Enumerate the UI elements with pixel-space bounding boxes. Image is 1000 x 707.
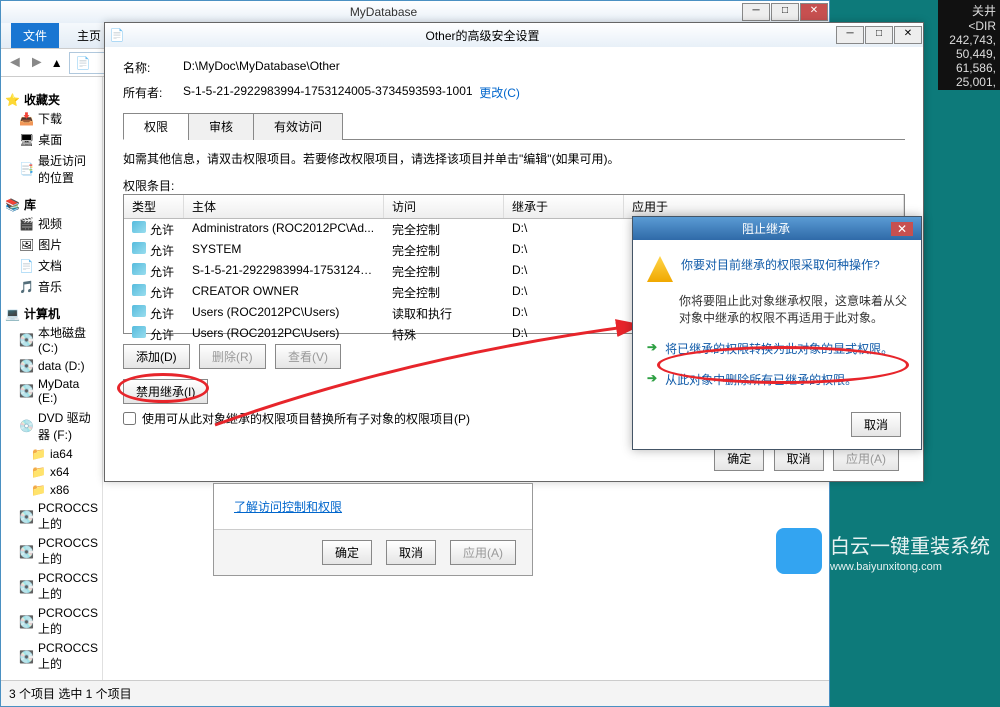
col-type[interactable]: 类型 [124, 195, 184, 218]
owner-value: S-1-5-21-2922983994-1753124005-373459359… [183, 84, 473, 101]
cmd-line: 25,001, [942, 75, 996, 89]
col-applies[interactable]: 应用于 [624, 195, 904, 218]
user-icon [132, 221, 146, 233]
col-principal[interactable]: 主体 [184, 195, 384, 218]
props-apply-button[interactable]: 应用(A) [450, 540, 516, 565]
adv-minimize-button[interactable]: ─ [836, 26, 864, 44]
nav-net-4[interactable]: 💽 PCROCCS 上的 [5, 604, 98, 639]
user-icon [132, 326, 146, 338]
nav-documents[interactable]: 📄 文档 [5, 255, 98, 276]
nav-pane: ⭐ 收藏夹 📥 下载 🖥 桌面 📑 最近访问的位置 📚 库 🎬 视频 🖼 图片 … [1, 77, 103, 680]
nav-drive-c[interactable]: 💽 本地磁盘 (C:) [5, 322, 98, 357]
owner-label: 所有者: [123, 84, 183, 101]
block-cancel-button[interactable]: 取消 [851, 412, 901, 437]
status-bar: 3 个项目 选中 1 个项目 [1, 680, 829, 706]
explorer-titlebar: MyDatabase ─ □ ✕ [1, 1, 829, 23]
block-heading: 你要对目前继承的权限采取何种操作? [647, 256, 907, 282]
view-button[interactable]: 查看(V) [275, 344, 341, 369]
nav-net-1[interactable]: 💽 PCROCCS 上的 [5, 499, 98, 534]
cmd-line: 61,586, [942, 61, 996, 75]
status-text: 3 个项目 选中 1 个项目 [9, 687, 132, 701]
nav-recent[interactable]: 📑 最近访问的位置 [5, 150, 98, 188]
adv-description: 如需其他信息，请双击权限项目。若要修改权限项目，请选择该项目并单击"编辑"(如果… [123, 150, 905, 167]
tab-auditing[interactable]: 审核 [188, 113, 254, 140]
ribbon-home[interactable]: 主页 [77, 27, 101, 44]
minimize-button[interactable]: ─ [742, 3, 770, 21]
nav-desktop[interactable]: 🖥 桌面 [5, 129, 98, 150]
change-owner-link[interactable]: 更改(C) [479, 84, 520, 101]
properties-dialog-bottom: 了解访问控制和权限 确定 取消 应用(A) [213, 483, 533, 576]
nav-pictures[interactable]: 🖼 图片 [5, 234, 98, 255]
adv-maximize-button[interactable]: □ [865, 26, 893, 44]
close-button[interactable]: ✕ [800, 3, 828, 21]
cmd-line: 50,449, [942, 47, 996, 61]
tab-effective[interactable]: 有效访问 [253, 113, 343, 140]
block-note: 你将要阻止此对象继承权限，这意味着从父对象中继承的权限不再适用于此对象。 [679, 292, 907, 326]
adv-close-button[interactable]: ✕ [894, 26, 922, 44]
replace-child-checkbox[interactable] [123, 412, 136, 425]
name-value: D:\MyDoc\MyDatabase\Other [183, 59, 340, 76]
user-icon [132, 263, 146, 275]
nav-back-button[interactable]: ◄ [7, 54, 23, 72]
nav-drive-dvd[interactable]: 💿 DVD 驱动器 (F:) [5, 407, 98, 445]
nav-videos[interactable]: 🎬 视频 [5, 213, 98, 234]
cmd-line: 242,743, [942, 33, 996, 47]
ribbon-file[interactable]: 文件 [11, 23, 59, 48]
user-icon [132, 284, 146, 296]
nav-libraries[interactable]: 📚 库 [5, 196, 98, 213]
arrow-right-icon: ➔ [647, 371, 657, 388]
convert-permissions-option[interactable]: ➔ 将已继承的权限转换为此对象的显式权限。 [647, 340, 907, 357]
disable-inheritance-button[interactable]: 禁用继承(I) [123, 379, 208, 404]
warning-icon [647, 256, 673, 282]
remove-button[interactable]: 删除(R) [199, 344, 266, 369]
col-inherited[interactable]: 继承于 [504, 195, 624, 218]
remove-permissions-option[interactable]: ➔ 从此对象中删除所有已继承的权限。 [647, 371, 907, 388]
maximize-button[interactable]: □ [771, 3, 799, 21]
adv-tabs: 权限 审核 有效访问 [123, 113, 905, 140]
nav-up-button[interactable]: ▲ [51, 56, 63, 70]
add-button[interactable]: 添加(D) [123, 344, 190, 369]
block-inheritance-dialog: 阻止继承 ✕ 你要对目前继承的权限采取何种操作? 你将要阻止此对象继承权限，这意… [632, 216, 922, 450]
nav-net-5[interactable]: 💽 PCROCCS 上的 [5, 639, 98, 674]
adv-titlebar: 📄 Other的高级安全设置 ─ □ ✕ [105, 23, 923, 47]
watermark-url: www.baiyunxitong.com [830, 561, 990, 573]
col-access[interactable]: 访问 [384, 195, 504, 218]
cmd-line: <DIR [942, 19, 996, 33]
cmd-line: 关井 [942, 2, 996, 19]
user-icon [132, 305, 146, 317]
nav-favorites[interactable]: ⭐ 收藏夹 [5, 91, 98, 108]
tab-permissions[interactable]: 权限 [123, 113, 189, 140]
nav-computer[interactable]: 💻 计算机 [5, 305, 98, 322]
background-cmd-panel: 关井 <DIR 242,743, 50,449, 61,586, 25,001, [938, 0, 1000, 90]
learn-permissions-link[interactable]: 了解访问控制和权限 [234, 500, 342, 514]
props-cancel-button[interactable]: 取消 [386, 540, 436, 565]
watermark-logo-icon [776, 528, 822, 574]
nav-forward-button[interactable]: ► [29, 54, 45, 72]
watermark: 白云一键重装系统 www.baiyunxitong.com [776, 528, 990, 574]
nav-folder-x86[interactable]: 📁 x86 [5, 481, 98, 499]
user-icon [132, 242, 146, 254]
block-title: 阻止继承 [641, 220, 891, 237]
block-titlebar: 阻止继承 ✕ [633, 217, 921, 240]
watermark-title: 白云一键重装系统 [830, 536, 990, 558]
nav-music[interactable]: 🎵 音乐 [5, 276, 98, 297]
nav-folder-ia64[interactable]: 📁 ia64 [5, 445, 98, 463]
arrow-right-icon: ➔ [647, 340, 657, 357]
entries-label: 权限条目: [123, 177, 905, 194]
nav-net-2[interactable]: 💽 PCROCCS 上的 [5, 534, 98, 569]
nav-drive-e[interactable]: 💽 MyData (E:) [5, 375, 98, 407]
name-label: 名称: [123, 59, 183, 76]
explorer-title: MyDatabase [25, 5, 742, 19]
folder-icon: 📄 [76, 56, 91, 70]
nav-net-3[interactable]: 💽 PCROCCS 上的 [5, 569, 98, 604]
props-ok-button[interactable]: 确定 [322, 540, 372, 565]
nav-folder-x64[interactable]: 📁 x64 [5, 463, 98, 481]
replace-child-label: 使用可从此对象继承的权限项目替换所有子对象的权限项目(P) [142, 410, 470, 427]
block-close-button[interactable]: ✕ [891, 222, 913, 236]
shield-icon: 📄 [105, 28, 129, 42]
adv-title: Other的高级安全设置 [129, 27, 836, 44]
nav-downloads[interactable]: 📥 下载 [5, 108, 98, 129]
nav-drive-d[interactable]: 💽 data (D:) [5, 357, 98, 375]
